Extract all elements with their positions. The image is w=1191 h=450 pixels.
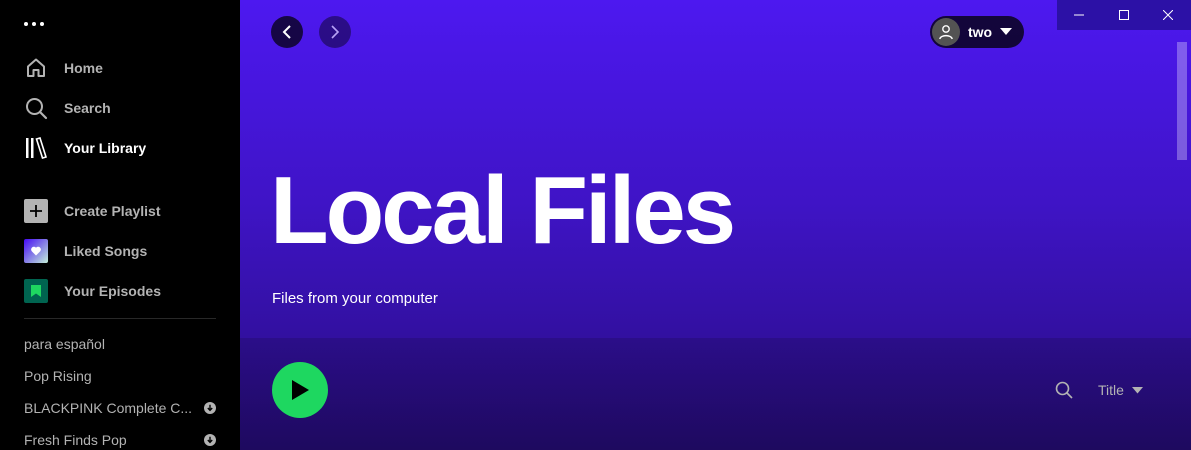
page-subtitle: Files from your computer bbox=[272, 290, 438, 307]
liked-songs-label: Liked Songs bbox=[64, 243, 148, 259]
create-playlist-tile bbox=[24, 199, 48, 223]
back-button[interactable] bbox=[271, 16, 303, 48]
search-icon bbox=[1055, 381, 1073, 399]
chevron-left-icon bbox=[282, 25, 291, 39]
playlist-name: Fresh Finds Pop bbox=[24, 432, 127, 448]
user-icon bbox=[932, 18, 960, 46]
play-button[interactable] bbox=[272, 362, 328, 418]
playlist-name: Pop Rising bbox=[24, 368, 92, 384]
close-button[interactable] bbox=[1146, 0, 1191, 30]
playlist-item[interactable]: BLACKPINK Complete C... bbox=[24, 398, 216, 418]
search-in-list-button[interactable] bbox=[1052, 378, 1076, 402]
user-name: two bbox=[968, 24, 993, 40]
scrollbar-thumb[interactable] bbox=[1177, 42, 1187, 160]
window-controls bbox=[1057, 0, 1191, 30]
downloaded-icon bbox=[204, 402, 216, 414]
sidebar-item-search[interactable]: Search bbox=[24, 94, 111, 122]
sidebar-item-label: Your Library bbox=[64, 140, 147, 156]
page-title: Local Files bbox=[270, 157, 736, 264]
chevron-right-icon bbox=[331, 25, 340, 39]
playlist-item[interactable]: Pop Rising bbox=[24, 366, 216, 386]
liked-songs-button[interactable]: Liked Songs bbox=[24, 237, 147, 265]
more-dots-icon[interactable] bbox=[24, 22, 44, 26]
home-icon bbox=[24, 56, 48, 80]
your-episodes-tile bbox=[24, 279, 48, 303]
playlist-item[interactable]: Fresh Finds Pop bbox=[24, 430, 216, 450]
liked-songs-tile bbox=[24, 239, 48, 263]
minimize-icon bbox=[1074, 14, 1085, 16]
sidebar-item-label: Search bbox=[64, 100, 111, 116]
downloaded-icon bbox=[204, 434, 216, 446]
plus-icon bbox=[24, 199, 48, 223]
playlist-name: BLACKPINK Complete C... bbox=[24, 400, 193, 416]
sort-dropdown[interactable]: Title bbox=[1098, 380, 1143, 400]
minimize-button[interactable] bbox=[1057, 0, 1102, 30]
library-icon bbox=[24, 136, 48, 160]
your-episodes-button[interactable]: Your Episodes bbox=[24, 277, 161, 305]
create-playlist-label: Create Playlist bbox=[64, 203, 161, 219]
search-icon bbox=[24, 96, 48, 120]
bookmark-icon bbox=[24, 279, 48, 303]
maximize-icon bbox=[1118, 10, 1129, 20]
create-playlist-button[interactable]: Create Playlist bbox=[24, 197, 161, 225]
caret-down-icon bbox=[1000, 28, 1013, 35]
user-menu-button[interactable]: two bbox=[930, 16, 1024, 48]
play-icon bbox=[292, 380, 309, 400]
caret-down-icon bbox=[1131, 386, 1143, 393]
sidebar-item-your-library[interactable]: Your Library bbox=[24, 134, 146, 162]
sort-label: Title bbox=[1098, 382, 1124, 398]
playlist-name: para español bbox=[24, 336, 105, 352]
heart-icon bbox=[24, 239, 48, 263]
your-episodes-label: Your Episodes bbox=[64, 283, 161, 299]
maximize-button[interactable] bbox=[1102, 0, 1147, 30]
sidebar-item-label: Home bbox=[64, 60, 103, 76]
sidebar-item-home[interactable]: Home bbox=[24, 54, 103, 82]
forward-button[interactable] bbox=[319, 16, 351, 48]
playlist-item[interactable]: para español bbox=[24, 334, 216, 354]
sidebar-divider bbox=[24, 318, 216, 319]
close-icon bbox=[1163, 10, 1174, 20]
sidebar: Home Search Your Library Create Playlist… bbox=[0, 0, 240, 450]
main-view: two Local Files Files from your computer… bbox=[240, 0, 1191, 450]
action-bar-background bbox=[240, 338, 1191, 450]
